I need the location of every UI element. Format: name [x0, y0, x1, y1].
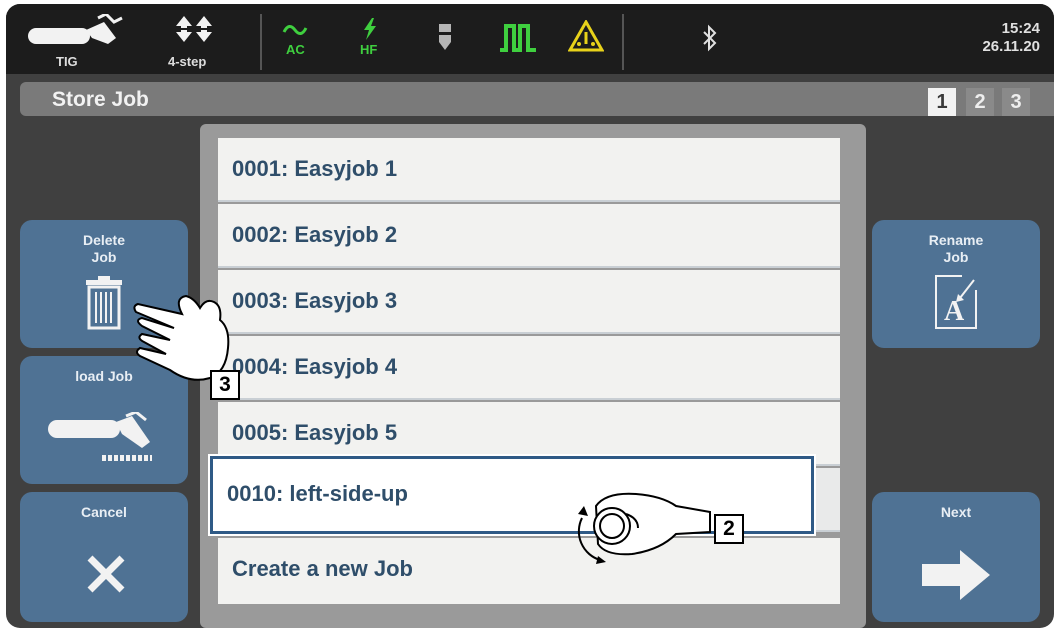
page-title: Store Job	[52, 88, 149, 111]
rename-job-label-2: Job	[943, 249, 969, 265]
job-label: 0010: left-side-up	[227, 481, 408, 506]
torch-icon	[28, 14, 123, 44]
date-text: 26.11.20	[982, 38, 1040, 55]
callout-2: 2	[714, 514, 744, 544]
rename-icon: A	[935, 275, 977, 329]
bluetooth-icon	[703, 24, 717, 52]
arrow-right-icon	[922, 550, 990, 600]
time-text: 15:24	[1001, 20, 1040, 37]
close-icon	[87, 555, 125, 593]
cancel-button[interactable]: Cancel	[20, 492, 188, 622]
electrode-icon	[439, 24, 451, 50]
status-bar: TIG 4-step AC HF 15:24 26.11.20	[6, 4, 1054, 74]
title-bar: Store Job	[20, 82, 1054, 116]
torch-icon	[48, 412, 152, 461]
up-down-arrows-icon	[176, 16, 212, 42]
hf-bolt-icon	[364, 18, 376, 40]
job-list-item[interactable]: 0003: Easyjob 3	[218, 270, 840, 334]
status-divider	[260, 14, 262, 70]
pulse-icon	[500, 24, 536, 52]
cancel-label: Cancel	[81, 504, 127, 520]
delete-job-label-2: Job	[91, 249, 117, 265]
create-new-job-item[interactable]: Create a new Job	[218, 538, 840, 604]
status-divider	[622, 14, 624, 70]
ac-wave-icon	[282, 25, 308, 35]
next-button[interactable]: Next	[872, 492, 1040, 622]
mode-label: 4-step	[168, 54, 207, 69]
hf-label: HF	[360, 42, 378, 57]
rotary-knob-hand-icon	[577, 492, 711, 564]
warning-icon	[568, 20, 604, 52]
trash-icon	[86, 276, 122, 330]
page-tab-1[interactable]: 1	[928, 88, 956, 116]
svg-text:A: A	[944, 296, 965, 327]
next-label: Next	[940, 504, 972, 520]
datetime: 15:24 26.11.20	[982, 20, 1040, 56]
job-list-item[interactable]: 0004: Easyjob 4	[218, 336, 840, 400]
page-tab-3[interactable]: 3	[1002, 88, 1030, 116]
job-label: 0003: Easyjob 3	[232, 288, 398, 313]
rename-job-label-1: Rename	[928, 232, 984, 248]
device-screen: TIG 4-step AC HF 15:24 26.11.20 Store Jo…	[6, 4, 1054, 628]
create-new-job-label: Create a new Job	[232, 556, 413, 581]
callout-3: 3	[210, 370, 240, 400]
job-label: 0004: Easyjob 4	[232, 354, 398, 379]
job-list-item[interactable]: 0001: Easyjob 1	[218, 138, 840, 202]
rename-job-button[interactable]: Rename Job A	[872, 220, 1040, 348]
ac-label: AC	[286, 42, 305, 57]
job-list-item[interactable]: 0002: Easyjob 2	[218, 204, 840, 268]
delete-job-label-1: Delete	[82, 232, 126, 248]
process-label: TIG	[56, 54, 78, 69]
page-tab-2[interactable]: 2	[966, 88, 994, 116]
job-label: 0002: Easyjob 2	[232, 222, 398, 247]
job-label: 0005: Easyjob 5	[232, 420, 398, 445]
job-label: 0001: Easyjob 1	[232, 156, 398, 181]
